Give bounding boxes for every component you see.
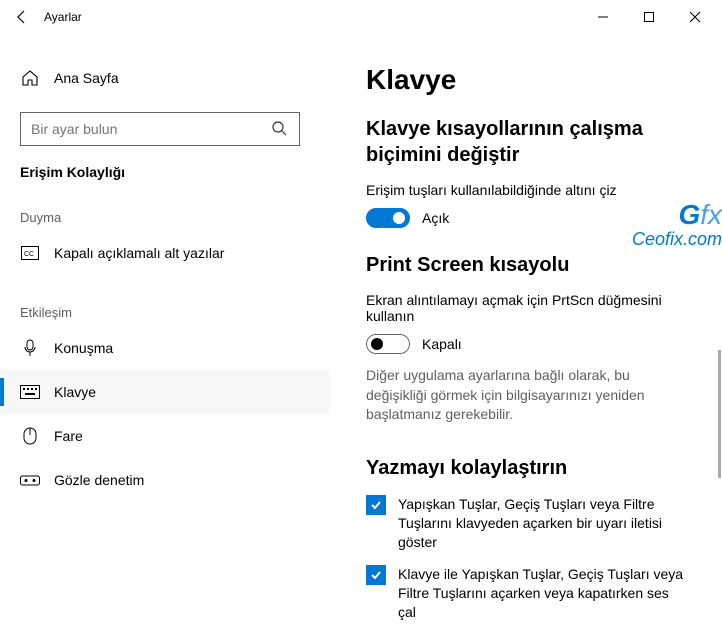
- nav-speech[interactable]: Konuşma: [0, 326, 330, 370]
- closed-captions-icon: CC: [20, 246, 40, 260]
- page-title: Klavye: [366, 64, 686, 96]
- nav-label: Klavye: [54, 384, 96, 400]
- search-icon: [271, 120, 289, 138]
- play-sound-checkbox[interactable]: [366, 565, 386, 585]
- toggle-state-label: Kapalı: [422, 336, 462, 352]
- search-box[interactable]: [20, 112, 300, 146]
- warning-message-label: Yapışkan Tuşlar, Geçiş Tuşları veya Filt…: [398, 495, 686, 552]
- main-pane: Klavye Klavye kısayollarının çalışma biç…: [330, 34, 722, 634]
- nav-eye-control[interactable]: Gözle denetim: [0, 458, 330, 502]
- microphone-icon: [20, 339, 40, 357]
- window-controls: [580, 0, 718, 34]
- category-label: Erişim Kolaylığı: [0, 164, 330, 180]
- section-shortcut-heading: Klavye kısayollarının çalışma biçimini d…: [366, 116, 686, 168]
- sidebar: Ana Sayfa Erişim Kolaylığı Duyma CC Kapa…: [0, 34, 330, 634]
- nav-label: Konuşma: [54, 340, 113, 356]
- warning-message-checkbox[interactable]: [366, 495, 386, 515]
- underline-access-keys-label: Erişim tuşları kullanılabildiğinde altın…: [366, 182, 686, 198]
- maximize-button[interactable]: [626, 0, 672, 34]
- nav-label: Kapalı açıklamalı alt yazılar: [54, 245, 224, 261]
- scrollbar-thumb[interactable]: [718, 350, 721, 478]
- home-icon: [20, 69, 40, 87]
- nav-mouse[interactable]: Fare: [0, 414, 330, 458]
- back-button[interactable]: [4, 0, 40, 34]
- mouse-icon: [20, 427, 40, 445]
- eye-control-icon: [20, 473, 40, 487]
- titlebar: Ayarlar: [0, 0, 722, 34]
- prtscn-label: Ekran alıntılamayı açmak için PrtScn düğ…: [366, 292, 686, 324]
- section-prtscn-heading: Print Screen kısayolu: [366, 252, 686, 278]
- group-hearing: Duyma: [0, 210, 330, 225]
- nav-label: Gözle denetim: [54, 472, 144, 488]
- nav-keyboard[interactable]: Klavye: [0, 370, 330, 414]
- close-button[interactable]: [672, 0, 718, 34]
- window-title: Ayarlar: [44, 10, 82, 24]
- minimize-button[interactable]: [580, 0, 626, 34]
- home-label: Ana Sayfa: [54, 70, 119, 86]
- nav-closed-captions[interactable]: CC Kapalı açıklamalı alt yazılar: [0, 231, 330, 275]
- home-nav[interactable]: Ana Sayfa: [0, 58, 330, 98]
- toggle-state-label: Açık: [422, 210, 449, 226]
- section-typing-heading: Yazmayı kolaylaştırın: [366, 455, 686, 481]
- search-input[interactable]: [31, 121, 271, 137]
- nav-label: Fare: [54, 428, 83, 444]
- svg-text:CC: CC: [24, 251, 34, 258]
- prtscn-toggle[interactable]: [366, 334, 410, 354]
- group-interaction: Etkileşim: [0, 305, 330, 320]
- keyboard-icon: [20, 385, 40, 399]
- underline-access-keys-toggle[interactable]: [366, 208, 410, 228]
- play-sound-label: Klavye ile Yapışkan Tuşlar, Geçiş Tuşlar…: [398, 565, 686, 622]
- prtscn-hint: Diğer uygulama ayarlarına bağlı olarak, …: [366, 366, 686, 425]
